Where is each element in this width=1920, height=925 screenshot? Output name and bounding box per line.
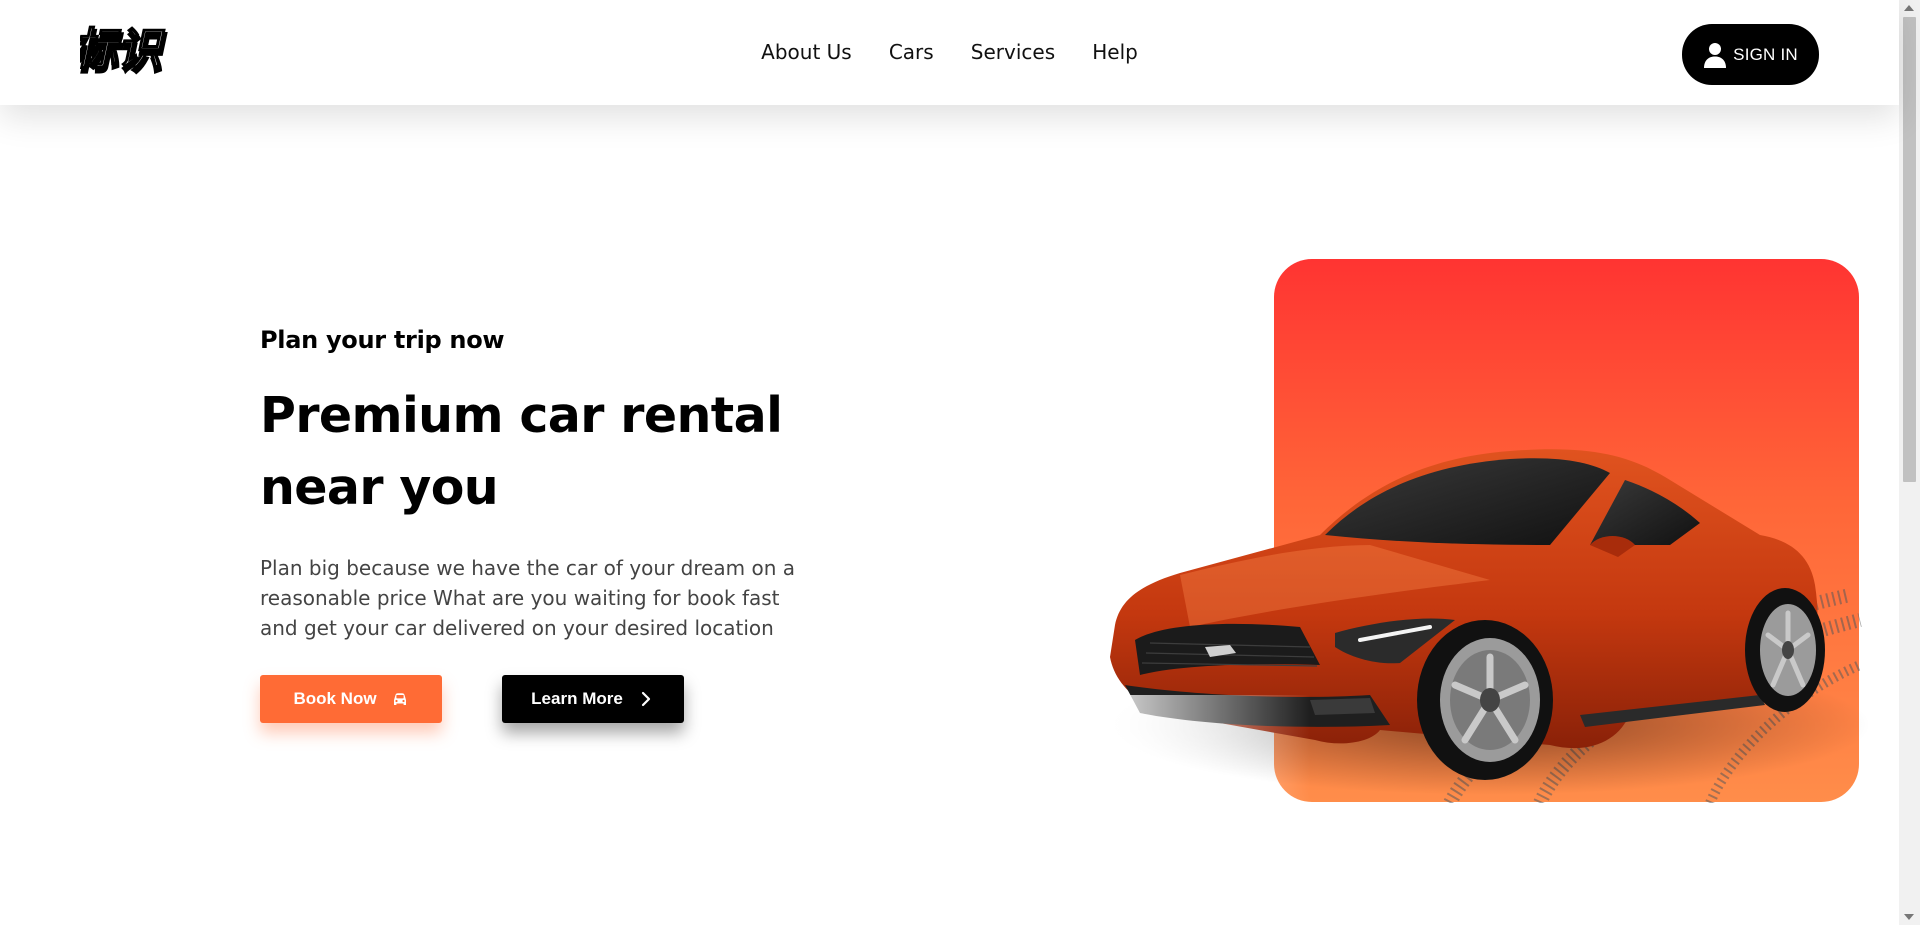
book-now-button[interactable]: Book Now [260,675,442,723]
sign-in-button[interactable]: SIGN IN [1682,24,1819,85]
page-scrollbar[interactable] [1899,0,1920,925]
learn-more-label: Learn More [531,689,623,708]
main-nav: About Us Cars Services Help [0,40,1899,64]
scrollbar-thumb[interactable] [1903,17,1916,482]
chevron-right-icon [641,691,650,707]
user-icon [1704,42,1727,68]
sign-in-label: SIGN IN [1733,44,1798,64]
car-icon [393,693,406,705]
top-header: 标识 标识 About Us Cars Services Help SIGN I… [0,0,1899,105]
scroll-down-arrow-icon[interactable] [1904,914,1914,920]
nav-cars[interactable]: Cars [889,40,934,64]
car-illustration [1070,449,1870,803]
nav-help[interactable]: Help [1092,40,1138,64]
book-now-label: Book Now [293,689,377,708]
learn-more-button[interactable]: Learn More [502,675,684,723]
rear-wheel [1745,588,1825,712]
scroll-up-arrow-icon[interactable] [1904,5,1914,11]
nav-about-us[interactable]: About Us [761,40,852,64]
nav-services[interactable]: Services [971,40,1055,64]
hero-subtitle: Plan your trip now [260,326,505,354]
hero-title: Premium car rental near you [260,387,783,516]
hero-description: Plan big because we have the car of your… [260,556,796,640]
